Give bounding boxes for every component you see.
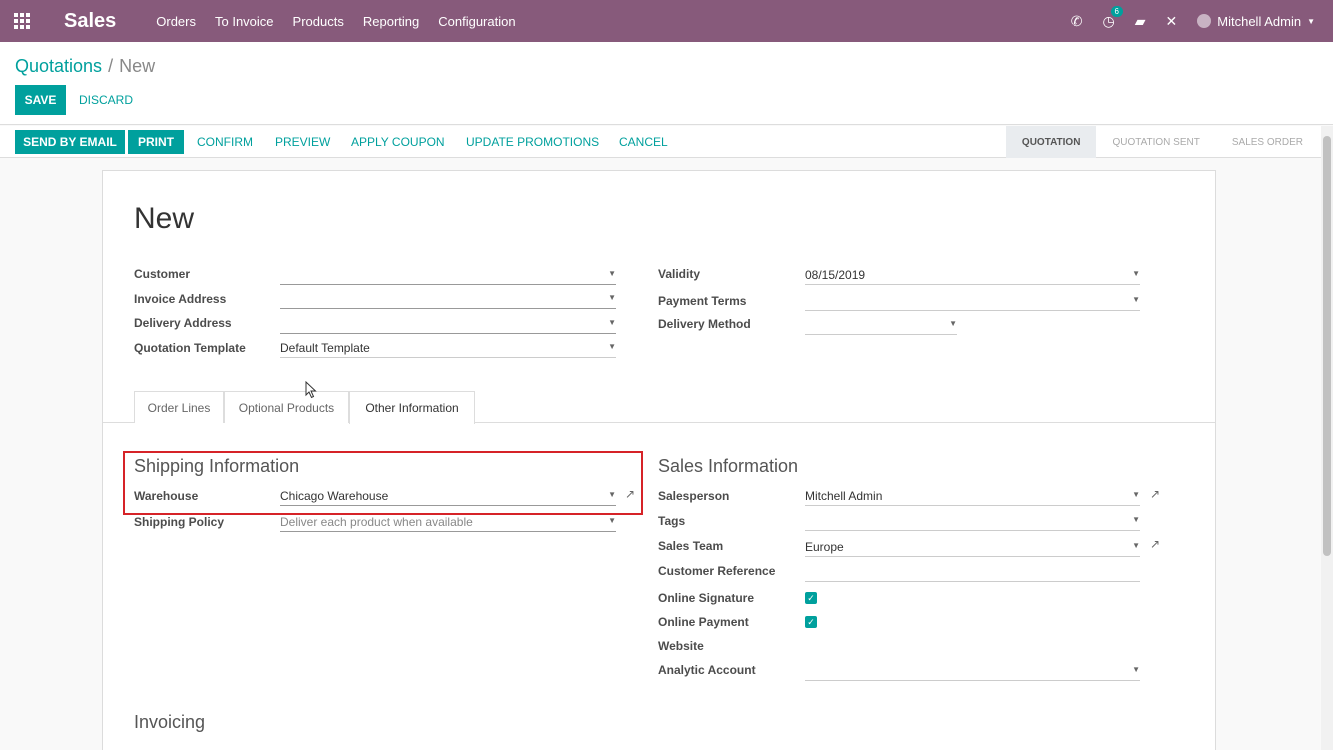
analytic-account-label: Analytic Account [658, 663, 756, 677]
delivery-method-field[interactable]: ▼ [805, 315, 957, 335]
quotation-template-label: Quotation Template [134, 341, 246, 355]
menu-reporting[interactable]: Reporting [363, 14, 419, 29]
invoice-address-label: Invoice Address [134, 292, 227, 306]
quotation-template-field[interactable]: Default Template ▼ [280, 338, 616, 358]
page-title: New [134, 202, 195, 235]
tab-other-information[interactable]: Other Information [349, 391, 475, 424]
stage-sales-order[interactable]: SALES ORDER [1216, 126, 1319, 158]
apps-menu-icon[interactable] [0, 0, 44, 42]
validity-label: Validity [658, 267, 701, 281]
top-navbar: Sales Orders To Invoice Products Reporti… [0, 0, 1333, 42]
invoicing-title: Invoicing [134, 712, 206, 732]
sales-information-title: Sales Information [658, 456, 799, 476]
menu-configuration[interactable]: Configuration [438, 14, 515, 29]
preview-button[interactable]: PREVIEW [275, 130, 330, 154]
dropdown-caret-icon: ▼ [608, 490, 616, 499]
delivery-address-field[interactable]: ▼ [280, 314, 616, 334]
tab-optional-products[interactable]: Optional Products [224, 391, 349, 423]
stage-pipeline: QUOTATION QUOTATION SENT SALES ORDER [1005, 126, 1319, 158]
print-button[interactable]: PRINT [128, 130, 184, 154]
external-link-icon[interactable]: ↗ [1150, 537, 1160, 551]
customer-reference-label: Customer Reference [658, 564, 776, 578]
customer-reference-input[interactable] [805, 562, 1140, 582]
external-link-icon[interactable]: ↗ [1150, 487, 1160, 501]
shipping-policy-label: Shipping Policy [134, 515, 225, 529]
chevron-down-icon: ▼ [1307, 16, 1315, 26]
update-promotions-button[interactable]: UPDATE PROMOTIONS [466, 130, 599, 154]
sales-team-field[interactable]: Europe ▼ [805, 537, 1140, 557]
form-sheet: New Customer ▼ Invoice Address ▼ Deliver… [102, 170, 1216, 750]
shipping-policy-field[interactable]: Deliver each product when available ▼ [280, 512, 616, 532]
tags-label: Tags [658, 514, 686, 528]
online-signature-checkbox[interactable]: ✓ [805, 592, 817, 604]
dropdown-caret-icon: ▼ [1132, 490, 1140, 499]
breadcrumb: Quotations / New [15, 56, 155, 77]
customer-label: Customer [134, 267, 191, 281]
form-statusbar: SEND BY EMAIL PRINT CONFIRM PREVIEW APPL… [0, 126, 1333, 158]
menu-to-invoice[interactable]: To Invoice [215, 14, 274, 29]
confirm-button[interactable]: CONFIRM [197, 130, 253, 154]
send-by-email-button[interactable]: SEND BY EMAIL [15, 130, 125, 154]
dropdown-caret-icon: ▼ [608, 318, 616, 327]
breadcrumb-separator: / [108, 56, 114, 76]
navbar-systray: ✆ ◷ 6 ▰ ✕ Mitchell Admin ▼ [1071, 0, 1333, 42]
dropdown-caret-icon: ▼ [1132, 269, 1140, 278]
mouse-cursor-icon [305, 381, 317, 399]
delivery-method-label: Delivery Method [658, 317, 751, 331]
page-scrollbar[interactable] [1321, 126, 1333, 750]
dropdown-caret-icon: ▼ [608, 293, 616, 302]
validity-field[interactable]: 08/15/2019 ▼ [805, 265, 1140, 285]
discard-button[interactable]: DISCARD [79, 85, 133, 115]
chat-icon[interactable]: ▰ [1135, 13, 1146, 30]
user-name: Mitchell Admin [1217, 13, 1302, 29]
app-name: Sales [64, 9, 117, 32]
activity-icon[interactable]: ◷ 6 [1103, 5, 1123, 30]
user-menu[interactable]: Mitchell Admin ▼ [1197, 14, 1315, 29]
website-label: Website [658, 639, 704, 653]
dropdown-caret-icon: ▼ [1132, 665, 1140, 674]
tab-order-lines[interactable]: Order Lines [134, 391, 224, 423]
phone-icon[interactable]: ✆ [1071, 13, 1083, 30]
sales-team-label: Sales Team [658, 539, 724, 553]
customer-field[interactable]: ▼ [280, 265, 616, 285]
warehouse-field[interactable]: Chicago Warehouse ▼ [280, 486, 616, 506]
payment-terms-label: Payment Terms [658, 294, 747, 308]
scrollbar-thumb[interactable] [1323, 136, 1331, 556]
stage-quotation-sent[interactable]: QUOTATION SENT [1096, 126, 1215, 158]
dropdown-caret-icon: ▼ [1132, 295, 1140, 304]
salesperson-field[interactable]: Mitchell Admin ▼ [805, 486, 1140, 506]
stage-quotation[interactable]: QUOTATION [1005, 126, 1097, 158]
breadcrumb-current: New [119, 56, 156, 76]
invoice-address-field[interactable]: ▼ [280, 289, 616, 309]
apply-coupon-button[interactable]: APPLY COUPON [351, 130, 445, 154]
shipping-information-title: Shipping Information [134, 456, 300, 476]
tags-field[interactable]: ▼ [805, 511, 1140, 531]
external-link-icon[interactable]: ↗ [625, 487, 635, 501]
menu-products[interactable]: Products [293, 14, 344, 29]
control-panel: Quotations / New SAVE DISCARD [0, 42, 1333, 125]
dropdown-caret-icon: ▼ [1132, 541, 1140, 550]
online-payment-label: Online Payment [658, 615, 749, 629]
activity-badge: 6 [1110, 5, 1123, 17]
salesperson-label: Salesperson [658, 489, 730, 503]
online-signature-label: Online Signature [658, 591, 755, 605]
menu-orders[interactable]: Orders [156, 14, 196, 29]
dropdown-caret-icon: ▼ [949, 319, 957, 328]
warehouse-label: Warehouse [134, 489, 199, 503]
dropdown-caret-icon: ▼ [1132, 515, 1140, 524]
debug-tools-icon[interactable]: ✕ [1166, 13, 1178, 30]
cancel-button[interactable]: CANCEL [619, 130, 668, 154]
analytic-account-field[interactable]: ▼ [805, 661, 1140, 681]
dropdown-caret-icon: ▼ [608, 516, 616, 525]
online-payment-checkbox[interactable]: ✓ [805, 616, 817, 628]
dropdown-caret-icon: ▼ [608, 269, 616, 278]
delivery-address-label: Delivery Address [134, 316, 232, 330]
dropdown-caret-icon: ▼ [608, 342, 616, 351]
breadcrumb-quotations[interactable]: Quotations [15, 56, 102, 76]
avatar [1197, 14, 1212, 28]
payment-terms-field[interactable]: ▼ [805, 291, 1140, 311]
save-button[interactable]: SAVE [15, 85, 66, 115]
